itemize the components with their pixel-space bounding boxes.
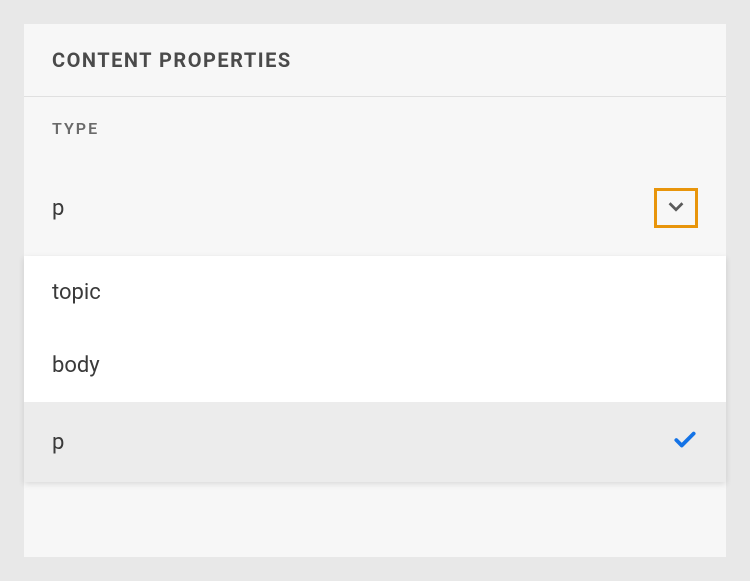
- dropdown-option-topic[interactable]: topic: [24, 256, 726, 329]
- content-properties-panel: CONTENT PROPERTIES TYPE p topic body p: [24, 24, 726, 557]
- type-label: TYPE: [24, 97, 726, 138]
- panel-header: CONTENT PROPERTIES: [24, 24, 726, 97]
- dropdown-option-p[interactable]: p: [24, 402, 726, 482]
- type-select-value: p: [52, 196, 64, 221]
- chevron-down-icon: [665, 195, 687, 221]
- type-select-toggle[interactable]: [654, 188, 698, 228]
- check-icon: [672, 426, 698, 458]
- dropdown-option-label: body: [52, 353, 100, 378]
- dropdown-option-body[interactable]: body: [24, 329, 726, 402]
- type-dropdown: topic body p: [24, 256, 726, 482]
- dropdown-option-label: topic: [52, 280, 101, 305]
- panel-title: CONTENT PROPERTIES: [52, 48, 698, 72]
- dropdown-option-label: p: [52, 430, 64, 455]
- type-select[interactable]: p: [24, 138, 726, 256]
